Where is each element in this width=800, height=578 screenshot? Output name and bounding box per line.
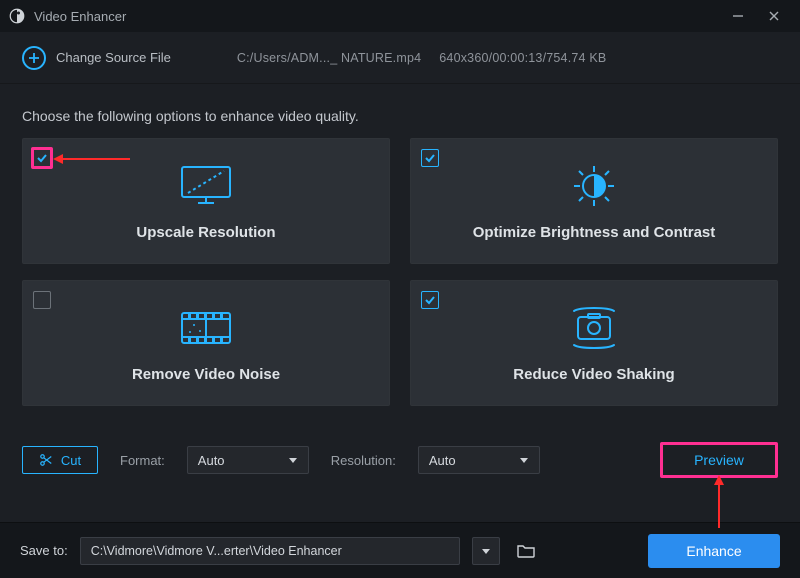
checkbox-noise[interactable] (33, 291, 51, 309)
tile-upscale-resolution[interactable]: Upscale Resolution (22, 138, 390, 264)
plus-icon (22, 46, 46, 70)
chevron-down-icon (481, 546, 491, 556)
controls-row: Cut Format: Auto Resolution: Auto Previe… (22, 442, 778, 478)
card-label: Reduce Video Shaking (513, 366, 674, 383)
checkbox-optimize[interactable] (421, 149, 439, 167)
open-folder-button[interactable] (512, 537, 540, 565)
app-logo-icon (8, 7, 26, 25)
checkbox-shaking[interactable] (421, 291, 439, 309)
save-path-box[interactable]: C:\Vidmore\Vidmore V...erter\Video Enhan… (80, 537, 460, 565)
filmstrip-icon (176, 304, 236, 352)
resolution-select[interactable]: Auto (418, 446, 540, 474)
window-title: Video Enhancer (34, 9, 126, 24)
card-label: Upscale Resolution (136, 224, 275, 241)
source-meta: 640x360/00:00:13/754.74 KB (439, 51, 606, 65)
titlebar: Video Enhancer (0, 0, 800, 32)
tile-remove-noise[interactable]: Remove Video Noise (22, 280, 390, 406)
tile-reduce-shaking[interactable]: Reduce Video Shaking (410, 280, 778, 406)
brightness-icon (566, 162, 622, 210)
enhance-button[interactable]: Enhance (648, 534, 780, 568)
footer-bar: Save to: C:\Vidmore\Vidmore V...erter\Vi… (0, 522, 800, 578)
source-header: Change Source File C:/Users/ADM..._ NATU… (0, 32, 800, 84)
source-path: C:/Users/ADM..._ NATURE.mp4 (237, 51, 421, 65)
enhance-label: Enhance (686, 543, 741, 559)
monitor-upscale-icon (176, 162, 236, 210)
format-value: Auto (198, 453, 225, 468)
close-button[interactable] (756, 0, 792, 32)
save-path-text: C:\Vidmore\Vidmore V...erter\Video Enhan… (91, 544, 342, 558)
tile-optimize-brightness[interactable]: Optimize Brightness and Contrast (410, 138, 778, 264)
app-window: Video Enhancer Change Source File C:/Use… (0, 0, 800, 578)
camera-shake-icon (564, 304, 624, 352)
resolution-value: Auto (429, 453, 456, 468)
format-label: Format: (120, 453, 165, 468)
scissors-icon (39, 453, 53, 467)
cut-label: Cut (61, 453, 81, 468)
folder-icon (517, 543, 535, 559)
preview-label: Preview (694, 452, 744, 468)
minimize-button[interactable] (720, 0, 756, 32)
format-select[interactable]: Auto (187, 446, 309, 474)
cut-button[interactable]: Cut (22, 446, 98, 474)
card-label: Optimize Brightness and Contrast (473, 224, 716, 241)
chevron-down-icon (519, 455, 529, 465)
instruction-text: Choose the following options to enhance … (22, 84, 778, 138)
change-source-label: Change Source File (56, 50, 171, 65)
chevron-down-icon (288, 455, 298, 465)
annotation-arrow-up (718, 480, 720, 528)
saveto-label: Save to: (20, 543, 68, 558)
save-path-dropdown[interactable] (472, 537, 500, 565)
resolution-label: Resolution: (331, 453, 396, 468)
content-area: Choose the following options to enhance … (0, 84, 800, 522)
change-source-button[interactable]: Change Source File (22, 46, 171, 70)
annotation-arrow-left (58, 158, 130, 160)
option-grid: Upscale Resolution (22, 138, 778, 406)
card-label: Remove Video Noise (132, 366, 280, 383)
